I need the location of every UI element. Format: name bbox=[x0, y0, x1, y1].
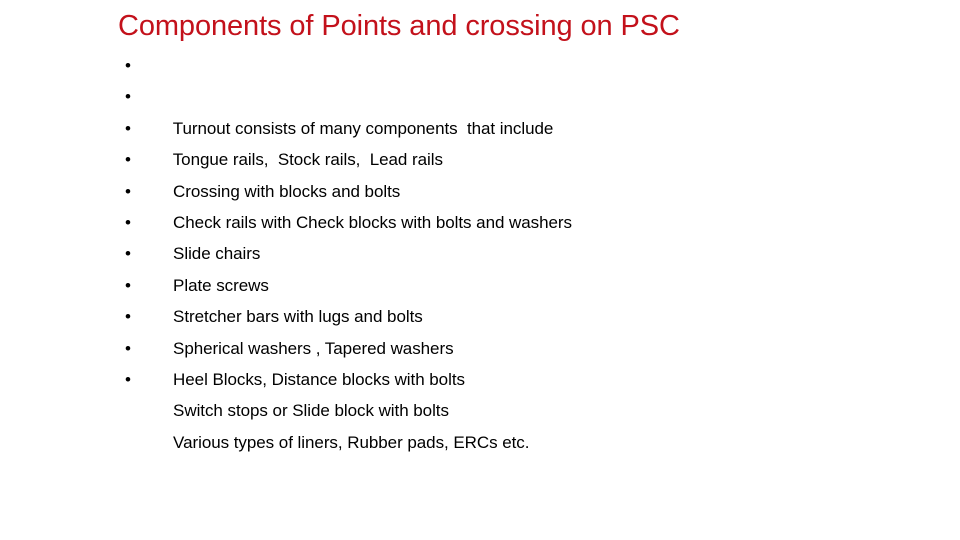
bullet-point-icon: • bbox=[125, 244, 131, 264]
bullet-point-icon: • bbox=[125, 369, 131, 389]
list-item: • Crossing with blocks and bolts bbox=[118, 113, 918, 201]
bullet-point-icon: • bbox=[125, 338, 131, 358]
bullet-list: • Turnout consists of many components th… bbox=[118, 50, 918, 452]
list-item: • Tongue rails, Stock rails, Lead rails bbox=[118, 81, 918, 169]
list-item-label: Switch stops or Slide block with bolts bbox=[173, 401, 449, 421]
bullet-point-icon: • bbox=[125, 150, 131, 170]
page-title: Components of Points and crossing on PSC bbox=[118, 10, 680, 42]
bullet-point-icon: • bbox=[125, 87, 131, 107]
list-item: • Check rails with Check blocks with bol… bbox=[118, 144, 918, 232]
list-item: • Turnout consists of many components th… bbox=[118, 50, 918, 138]
list-item: • Stretcher bars with lugs and bolts bbox=[118, 238, 918, 326]
list-item: • Various types of liners, Rubber pads, … bbox=[118, 364, 918, 452]
slide-canvas: Components of Points and crossing on PSC… bbox=[0, 0, 960, 540]
bullet-point-icon: • bbox=[125, 275, 131, 295]
bullet-point-icon: • bbox=[125, 56, 131, 75]
bullet-point-icon: • bbox=[125, 212, 131, 232]
bullet-point-icon: • bbox=[125, 118, 131, 138]
list-item-label: Various types of liners, Rubber pads, ER… bbox=[173, 432, 530, 452]
list-item: • Switch stops or Slide block with bolts bbox=[118, 333, 918, 421]
list-item: • Plate screws bbox=[118, 207, 918, 295]
bullet-point-icon: • bbox=[125, 181, 131, 201]
list-item: • Spherical washers , Tapered washers bbox=[118, 270, 918, 358]
bullet-point-icon: • bbox=[125, 307, 131, 327]
list-item: • Slide chairs bbox=[118, 176, 918, 264]
list-item: • Heel Blocks, Distance blocks with bolt… bbox=[118, 301, 918, 389]
